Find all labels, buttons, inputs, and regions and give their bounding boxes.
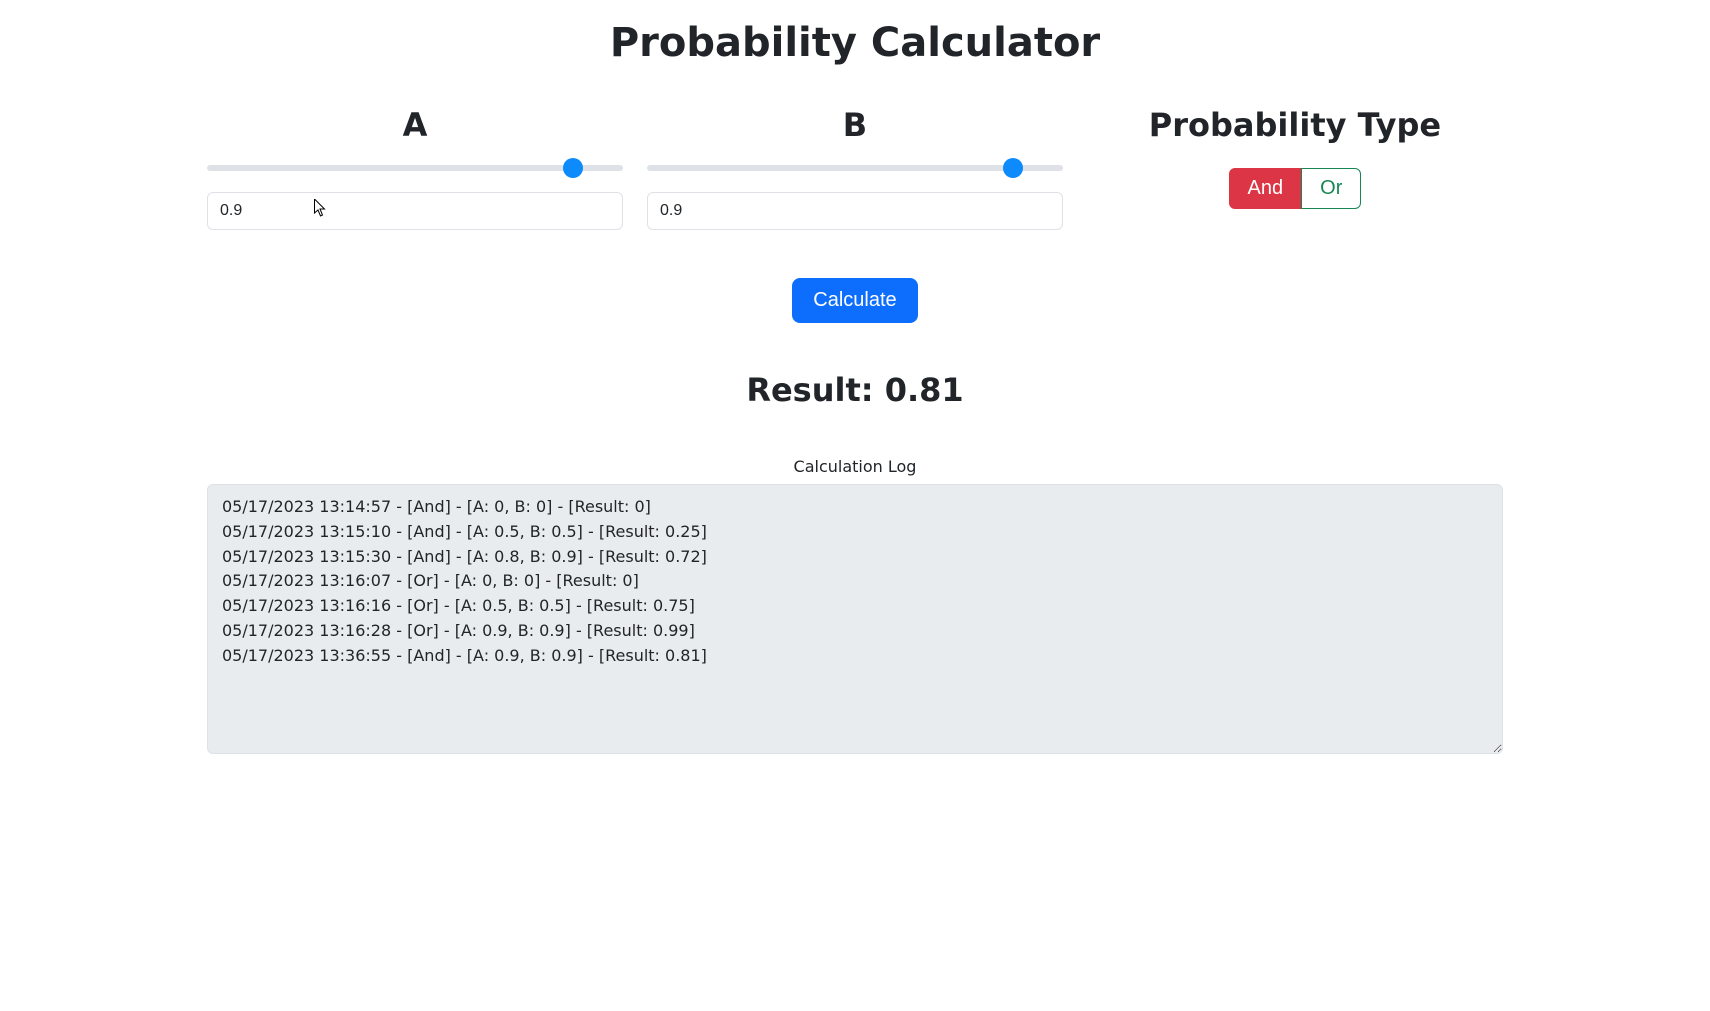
and-button[interactable]: And bbox=[1229, 168, 1303, 209]
result-heading: Result: 0.81 bbox=[207, 371, 1503, 409]
inputs-row: A B Probability Type And Or bbox=[195, 106, 1515, 230]
slider-b-label: B bbox=[647, 106, 1063, 144]
probability-type-column: Probability Type And Or bbox=[1075, 106, 1515, 230]
or-button[interactable]: Or bbox=[1301, 168, 1361, 209]
log-label: Calculation Log bbox=[207, 457, 1503, 476]
calculate-button[interactable]: Calculate bbox=[792, 278, 917, 323]
slider-a-range[interactable] bbox=[207, 156, 623, 180]
probability-type-heading: Probability Type bbox=[1087, 106, 1503, 144]
page-title: Probability Calculator bbox=[207, 20, 1503, 66]
log-textarea[interactable] bbox=[207, 484, 1503, 754]
calculate-row: Calculate bbox=[207, 278, 1503, 323]
slider-b-column: B bbox=[635, 106, 1075, 230]
slider-b-range[interactable] bbox=[647, 156, 1063, 180]
slider-a-input[interactable] bbox=[207, 192, 623, 230]
result-value: 0.81 bbox=[885, 371, 964, 409]
result-prefix: Result: bbox=[746, 371, 884, 409]
log-row: Calculation Log bbox=[195, 457, 1515, 754]
probability-type-toggle: And Or bbox=[1087, 168, 1503, 209]
slider-b-input[interactable] bbox=[647, 192, 1063, 230]
slider-a-label: A bbox=[207, 106, 623, 144]
slider-a-column: A bbox=[195, 106, 635, 230]
